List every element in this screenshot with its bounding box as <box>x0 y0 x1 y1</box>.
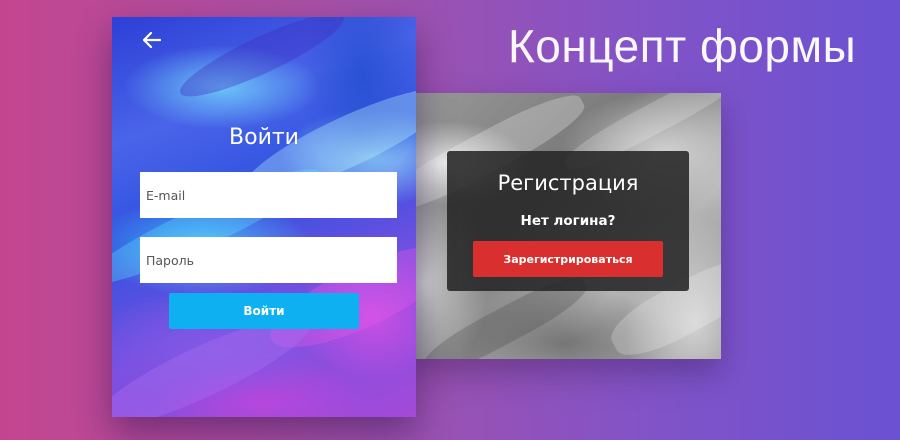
email-input[interactable] <box>140 172 397 218</box>
register-button[interactable]: Зарегистрироваться <box>473 241 663 277</box>
login-button[interactable]: Войти <box>169 293 359 329</box>
register-panel: Регистрация Нет логина? Зарегистрировать… <box>447 151 689 291</box>
register-card: Регистрация Нет логина? Зарегистрировать… <box>405 93 721 359</box>
arrow-left-icon <box>143 32 161 48</box>
back-button[interactable] <box>138 27 166 53</box>
login-title: Войти <box>229 125 299 150</box>
password-input[interactable] <box>140 237 397 283</box>
login-card: Войти Войти <box>112 17 416 417</box>
register-question: Нет логина? <box>520 213 616 229</box>
register-title: Регистрация <box>497 171 639 195</box>
page-title: Концепт формы <box>508 20 857 72</box>
background-texture <box>172 17 352 110</box>
